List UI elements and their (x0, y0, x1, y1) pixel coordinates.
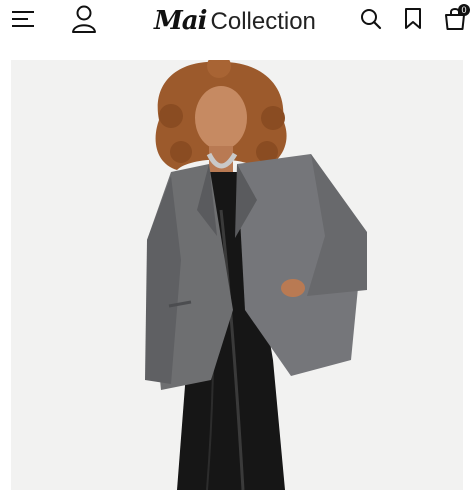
model-photo-illustration (11, 60, 463, 490)
search-button[interactable] (356, 4, 386, 34)
cart-count-badge: 0 (458, 4, 470, 16)
wishlist-button[interactable] (398, 4, 428, 34)
search-icon (361, 9, 382, 30)
logo-wordmark: Collection (210, 8, 316, 35)
brand-logo[interactable]: Mai Collection (154, 6, 316, 42)
cart-button[interactable]: 0 (438, 2, 472, 36)
user-icon (72, 5, 96, 33)
menu-button[interactable] (8, 4, 38, 34)
account-button[interactable] (68, 2, 100, 36)
app-header: Mai Collection 0 (0, 0, 474, 54)
logo-script-mark: Mai (154, 6, 208, 36)
product-image[interactable] (11, 60, 463, 490)
hamburger-menu-icon (12, 11, 34, 27)
bookmark-icon (405, 8, 421, 29)
